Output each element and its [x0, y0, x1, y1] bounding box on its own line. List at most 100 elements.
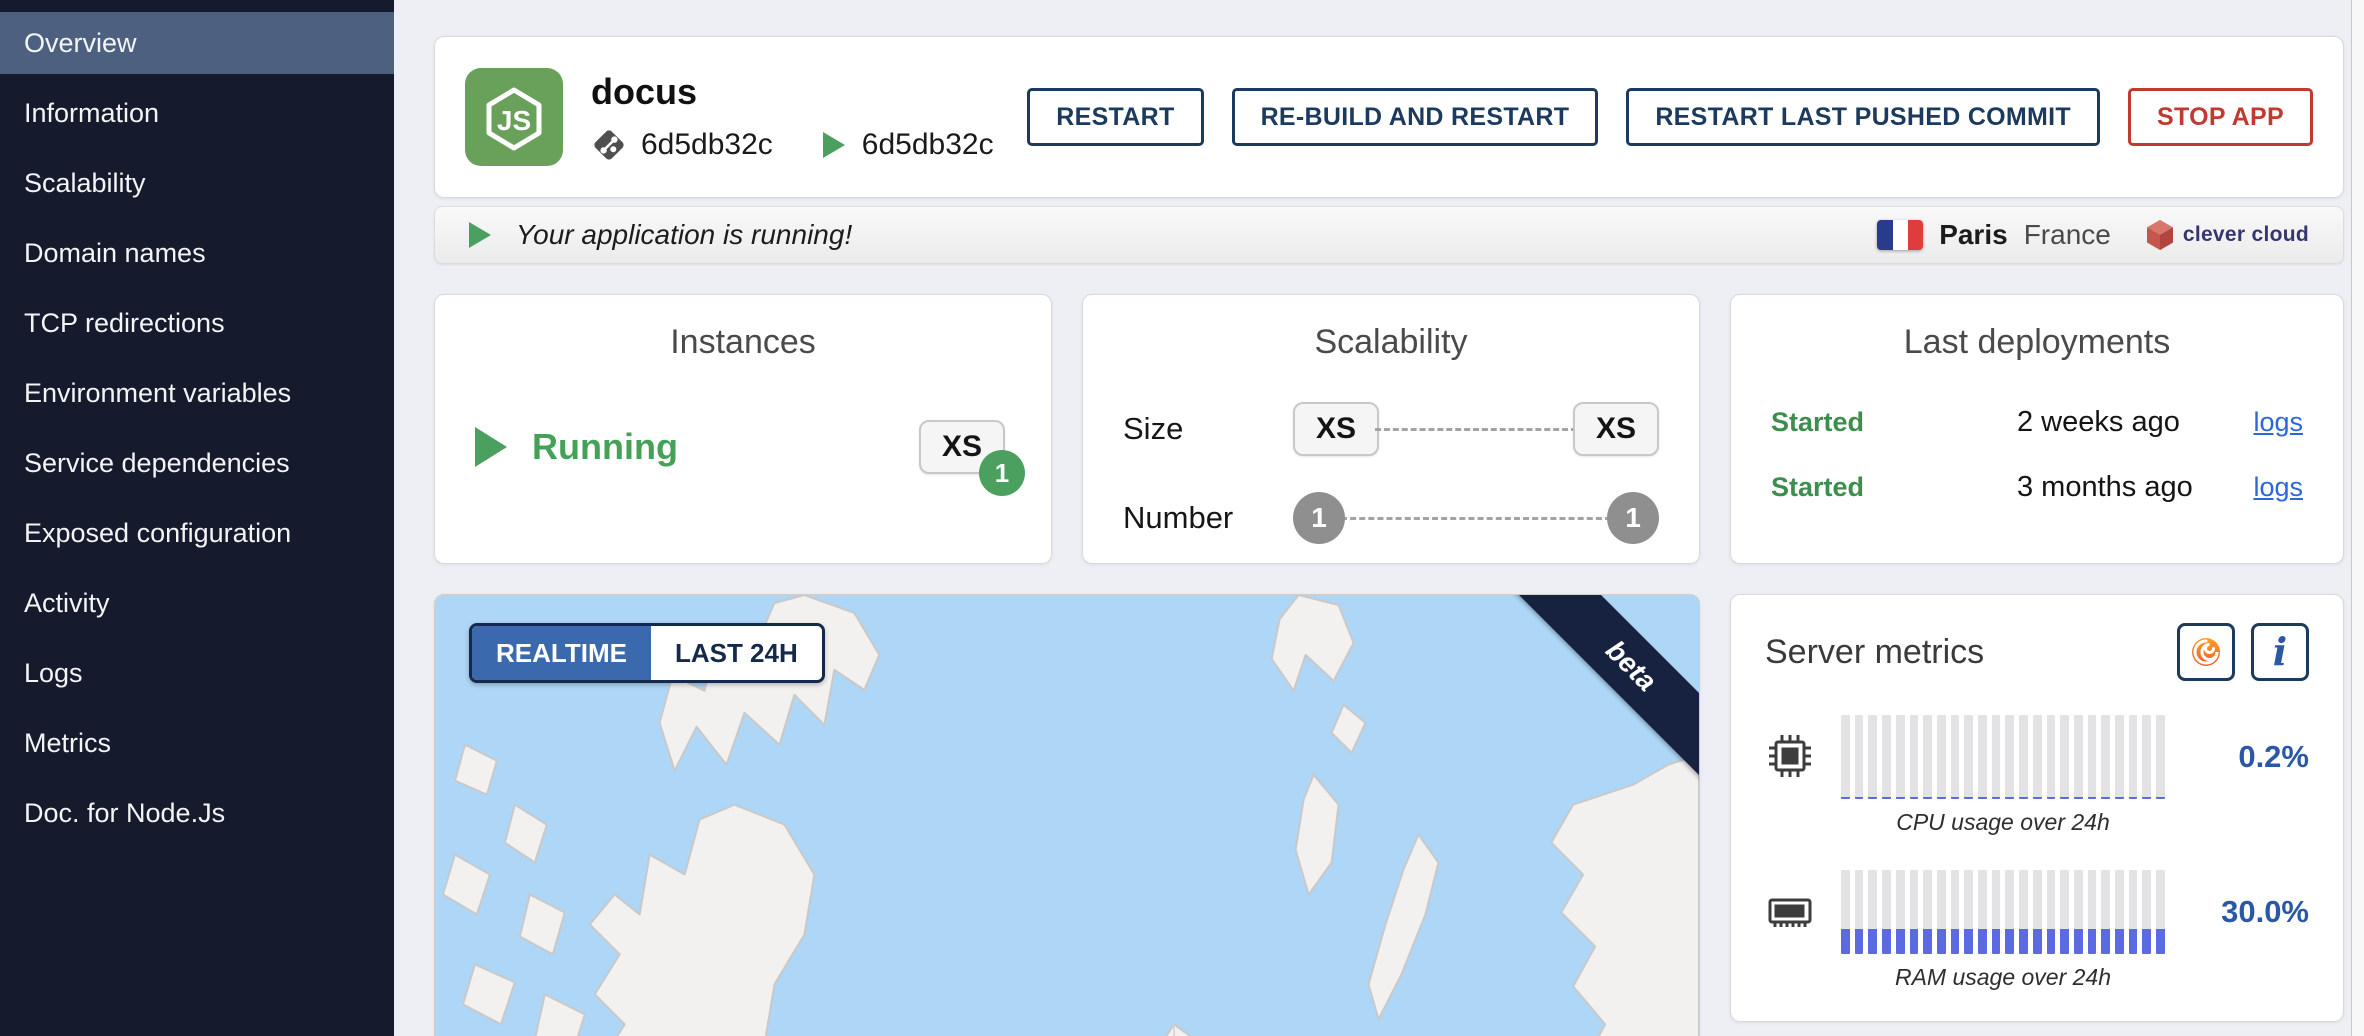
sidebar-item-service-dependencies[interactable]: Service dependencies [0, 432, 394, 494]
git-commit-icon [591, 127, 627, 163]
usage-bar [1937, 715, 1946, 799]
usage-bar [1923, 715, 1932, 799]
usage-bar [1841, 870, 1850, 954]
page-scrollbar[interactable] [2351, 0, 2364, 1036]
tab-last-24h[interactable]: LAST 24H [651, 626, 822, 680]
usage-bar [2115, 870, 2124, 954]
running-status-text: Your application is running! [516, 219, 852, 251]
deployment-row: Started 3 months ago logs [1731, 471, 2343, 504]
deployment-time: 2 weeks ago [1971, 406, 2253, 439]
usage-bar [2129, 715, 2138, 799]
cpu-value: 0.2% [2191, 739, 2309, 775]
usage-bar [2019, 715, 2028, 799]
usage-bar [1923, 870, 1932, 954]
ram-metric-row: RAM usage over 24h 30.0% [1765, 870, 2309, 991]
size-from-chip[interactable]: XS [1293, 402, 1379, 456]
usage-bar [2088, 715, 2097, 799]
size-to-chip[interactable]: XS [1573, 402, 1659, 456]
usage-bar [1978, 870, 1987, 954]
info-icon: i [2273, 633, 2287, 671]
instances-map-card: REALTIME LAST 24H beta [434, 594, 1700, 1036]
usage-bar [2088, 870, 2097, 954]
cpu-caption: CPU usage over 24h [1841, 809, 2165, 836]
running-commit-hash: 6d5db32c [862, 128, 994, 162]
usage-bar [2033, 870, 2042, 954]
sidebar-item-information[interactable]: Information [0, 82, 394, 144]
grafana-button[interactable] [2177, 623, 2235, 681]
number-from-handle[interactable]: 1 [1293, 492, 1345, 544]
app-title: docus [591, 71, 994, 113]
sidebar-item-domain-names[interactable]: Domain names [0, 222, 394, 284]
usage-bar [1896, 870, 1905, 954]
sidebar-item-overview[interactable]: Overview [0, 12, 394, 74]
deployment-logs-link[interactable]: logs [2253, 407, 2303, 438]
usage-bar [2047, 870, 2056, 954]
usage-bar [2074, 715, 2083, 799]
restart-last-pushed-commit-button[interactable]: RESTART LAST PUSHED COMMIT [1626, 88, 2100, 146]
app-status-bar: Your application is running! Paris Franc… [434, 206, 2344, 264]
instance-count-badge: 1 [979, 450, 1025, 496]
clever-cloud-gem-icon [2145, 219, 2175, 251]
svg-text:JS: JS [497, 105, 531, 136]
deployment-row: Started 2 weeks ago logs [1731, 406, 2343, 439]
usage-bar [1868, 715, 1877, 799]
ram-bars-chart [1841, 870, 2165, 954]
usage-bar [1964, 870, 1973, 954]
usage-bar [2019, 870, 2028, 954]
main-area: JS docus 6d5db32c 6d5db32c [394, 0, 2364, 1036]
usage-bar [1951, 715, 1960, 799]
sidebar-item-scalability[interactable]: Scalability [0, 152, 394, 214]
usage-bar [2115, 715, 2124, 799]
usage-bar [2156, 715, 2165, 799]
usage-bar [1868, 870, 1877, 954]
last-deployments-title: Last deployments [1731, 323, 2343, 362]
usage-bar [1937, 870, 1946, 954]
france-flag-icon [1877, 220, 1923, 250]
region-country: France [2024, 219, 2111, 251]
sidebar-item-doc-for-nodejs[interactable]: Doc. for Node.Js [0, 782, 394, 844]
number-range-connector [1341, 517, 1611, 520]
info-button[interactable]: i [2251, 623, 2309, 681]
usage-bar [2047, 715, 2056, 799]
tab-realtime[interactable]: REALTIME [472, 626, 651, 680]
sidebar-item-tcp-redirections[interactable]: TCP redirections [0, 292, 394, 354]
stop-app-button[interactable]: STOP APP [2128, 88, 2313, 146]
sidebar-item-environment-variables[interactable]: Environment variables [0, 362, 394, 424]
sidebar-item-logs[interactable]: Logs [0, 642, 394, 704]
usage-bar [2156, 870, 2165, 954]
usage-bar [1910, 715, 1919, 799]
scalability-card: Scalability Size XS XS Number 1 1 [1082, 294, 1700, 564]
map-mode-toggle: REALTIME LAST 24H [469, 623, 825, 683]
usage-bar [1964, 715, 1973, 799]
usage-bar [2142, 715, 2151, 799]
restart-button[interactable]: RESTART [1027, 88, 1203, 146]
usage-bar [2129, 870, 2138, 954]
sidebar-item-metrics[interactable]: Metrics [0, 712, 394, 774]
usage-bar [2101, 715, 2110, 799]
usage-bar [2060, 715, 2069, 799]
deployment-status: Started [1771, 472, 1971, 503]
instances-title: Instances [435, 323, 1051, 362]
rebuild-and-restart-button[interactable]: RE-BUILD AND RESTART [1232, 88, 1599, 146]
sidebar-item-exposed-configuration[interactable]: Exposed configuration [0, 502, 394, 564]
usage-bar [2033, 715, 2042, 799]
app-header-card: JS docus 6d5db32c 6d5db32c [434, 36, 2344, 198]
instance-state: Running [475, 426, 678, 468]
sidebar: Overview Information Scalability Domain … [0, 0, 394, 1036]
sidebar-item-activity[interactable]: Activity [0, 572, 394, 634]
usage-bar [2005, 870, 2014, 954]
usage-bar [2101, 870, 2110, 954]
number-to-handle[interactable]: 1 [1607, 492, 1659, 544]
usage-bar [1910, 870, 1919, 954]
instances-card: Instances Running XS 1 [434, 294, 1052, 564]
deployment-logs-link[interactable]: logs [2253, 472, 2303, 503]
ram-value: 30.0% [2191, 894, 2309, 930]
running-status-icon [469, 222, 494, 248]
last-deployments-card: Last deployments Started 2 weeks ago log… [1730, 294, 2344, 564]
usage-bar [1951, 870, 1960, 954]
usage-bar [1992, 715, 2001, 799]
usage-bar [1978, 715, 1987, 799]
usage-bar [1855, 715, 1864, 799]
usage-bar [1882, 715, 1891, 799]
cpu-icon [1765, 731, 1815, 781]
